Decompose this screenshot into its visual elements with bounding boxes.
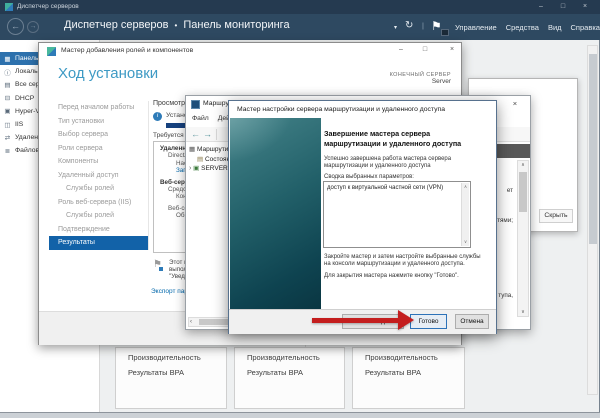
tile-bpa-link[interactable]: Результаты BPA (247, 368, 303, 377)
menu-help[interactable]: Справка (571, 23, 600, 32)
scroll-left-icon[interactable]: ‹ (190, 318, 192, 326)
hide-button[interactable]: Скрыть (539, 209, 573, 223)
server-status-icon: ▤ (197, 156, 204, 163)
summary-scrollbar[interactable]: ∧ ∨ (461, 183, 469, 246)
task-flag-badge (159, 267, 163, 271)
tile-performance-link[interactable]: Производительность (128, 353, 201, 362)
dashboard-tile: Производительность Результаты BPA (115, 347, 227, 409)
mmc-vertical-scrollbar[interactable]: ∧ ∨ (517, 160, 529, 317)
wizard-nav-role-services[interactable]: Службы ролей (49, 182, 148, 196)
wizard-nav-confirmation[interactable]: Подтверждение (49, 223, 148, 237)
tile-bpa-link[interactable]: Результаты BPA (365, 368, 421, 377)
wizard-nav-web-server-role[interactable]: Роль веб-сервера (IIS) (49, 196, 148, 210)
wizard-page-heading: Ход установки (58, 65, 159, 82)
wizard-target-server: КОНЕЧНЫЙ СЕРВЕР Server (390, 72, 451, 85)
wizard-nav-server-roles[interactable]: Роли сервера (49, 142, 148, 156)
menu-manage[interactable]: Управление (455, 23, 497, 32)
sm-window-bottom-edge (0, 412, 600, 418)
rras-dialog-title: Мастер настройки сервера маршрутизации и… (237, 106, 445, 113)
dhcp-icon: ⊟ (4, 95, 11, 103)
wizard-nav-server-selection[interactable]: Выбор сервера (49, 128, 148, 142)
toolbar-back-icon[interactable]: ← (191, 129, 200, 139)
wizard-nav-results[interactable]: Результаты (49, 236, 148, 250)
iis-icon: ◫ (4, 121, 11, 129)
sm-window-title: Диспетчер серверов (17, 3, 79, 10)
expander-icon[interactable]: › (189, 165, 191, 172)
completion-heading-line: маршрутизации и удаленного доступа (324, 139, 462, 148)
wizard-nav-before-you-begin[interactable]: Перед началом работы (49, 101, 148, 115)
wizard-nav-remote-access[interactable]: Удаленный доступ (49, 169, 148, 183)
wizard-nav-features[interactable]: Компоненты (49, 155, 148, 169)
navbar-divider: | (422, 21, 424, 30)
mmc-menu-file[interactable]: Файл (192, 115, 209, 122)
summary-label: Сводка выбранных параметров: (324, 174, 414, 180)
sm-close-button[interactable]: × (578, 2, 592, 12)
wizard-icon (47, 47, 56, 56)
rras-console-close-button[interactable]: × (508, 99, 522, 109)
notification-badge (441, 29, 449, 36)
finish-button[interactable]: Готово (410, 314, 447, 329)
hyper-v-icon: ▣ (4, 108, 11, 116)
wizard-minimize-button[interactable]: – (394, 45, 408, 55)
server-node-icon: ▣ (193, 165, 200, 172)
server-manager-icon (5, 3, 13, 11)
wizard-nav-installation-type[interactable]: Тип установки (49, 115, 148, 129)
file-services-icon: ≣ (4, 147, 11, 155)
summary-value: доступ к виртуальной частной сети (VPN) (327, 185, 444, 191)
local-server-icon: ⓘ (4, 69, 11, 77)
completion-heading-line: Завершение мастера сервера (324, 129, 431, 138)
tile-performance-link[interactable]: Производительность (247, 353, 320, 362)
scroll-down-icon[interactable]: ∨ (518, 309, 528, 315)
sm-scrollbar-thumb[interactable] (589, 54, 597, 244)
wizard-close-button[interactable]: × (445, 45, 459, 55)
completion-text-line: маршрутизации и удаленного доступа (324, 163, 431, 169)
sm-titlebar: Диспетчер серверов – □ × (0, 0, 600, 14)
wizard-nav: Перед началом работы Тип установки Выбор… (49, 101, 149, 250)
target-server-name: Server (431, 78, 451, 85)
wizard-window-title: Мастер добавления ролей и компонентов (61, 47, 194, 54)
closing-text-line: на консоли маршрутизации и удаленного до… (324, 261, 465, 267)
scroll-up-icon[interactable]: ∧ (518, 162, 528, 168)
forward-icon[interactable]: → (27, 21, 39, 33)
menu-tools[interactable]: Средства (506, 23, 539, 32)
breadcrumb-separator-icon: • (174, 20, 178, 30)
dashboard-icon: ▦ (4, 55, 11, 63)
toolbar-forward-icon[interactable]: → (203, 129, 212, 139)
annotation-arrow (312, 310, 414, 330)
annotation-arrow-shaft (312, 318, 400, 323)
rras-console-icon (191, 100, 200, 109)
menu-view[interactable]: Вид (548, 23, 562, 32)
cancel-button[interactable]: Отмена (455, 314, 489, 329)
chevron-down-icon[interactable]: ▾ (394, 24, 397, 31)
info-icon: i (153, 112, 162, 121)
scroll-down-icon[interactable]: ∨ (462, 239, 469, 245)
breadcrumb-root[interactable]: Диспетчер серверов (64, 19, 169, 31)
sm-maximize-button[interactable]: □ (556, 2, 570, 12)
rras-wizard-dialog: Мастер настройки сервера маршрутизации и… (228, 100, 497, 334)
dashboard-tile: Производительность Результаты BPA (234, 347, 345, 409)
annotation-arrow-head (398, 310, 414, 330)
scroll-up-icon[interactable]: ∧ (462, 184, 469, 190)
wizard-maximize-button[interactable]: □ (418, 45, 432, 55)
closing-text-line: Закройте мастер и затем настройте выбран… (324, 254, 481, 260)
breadcrumb-current: Панель мониторинга (183, 19, 290, 31)
sm-scrollbar[interactable] (587, 45, 598, 395)
mmc-vscroll-thumb[interactable] (519, 172, 527, 212)
remote-access-icon: ⇄ (4, 134, 11, 142)
all-servers-icon: ▤ (4, 81, 11, 89)
tile-bpa-link[interactable]: Результаты BPA (128, 368, 184, 377)
tile-performance-link[interactable]: Производительность (365, 353, 438, 362)
completion-text-line: Успешно завершена работа мастера сервера (324, 156, 452, 162)
finish-hint-line: Для закрытия мастера нажмите кнопку "Гот… (324, 273, 459, 279)
back-icon[interactable]: ← (7, 18, 24, 35)
toolbar-separator (216, 129, 217, 140)
wizard-banner-panel (230, 118, 321, 309)
sm-minimize-button[interactable]: – (534, 2, 548, 12)
dashboard-tile: Производительность Результаты BPA (352, 347, 465, 409)
refresh-icon[interactable]: ↻ (405, 20, 413, 31)
sm-navbar: ← → Диспетчер серверов • Панель монитори… (0, 14, 600, 40)
rras-root-icon: ▦ (189, 146, 196, 153)
wizard-nav-role-services-iis[interactable]: Службы ролей (49, 209, 148, 223)
summary-textbox[interactable]: доступ к виртуальной частной сети (VPN) … (323, 181, 471, 248)
